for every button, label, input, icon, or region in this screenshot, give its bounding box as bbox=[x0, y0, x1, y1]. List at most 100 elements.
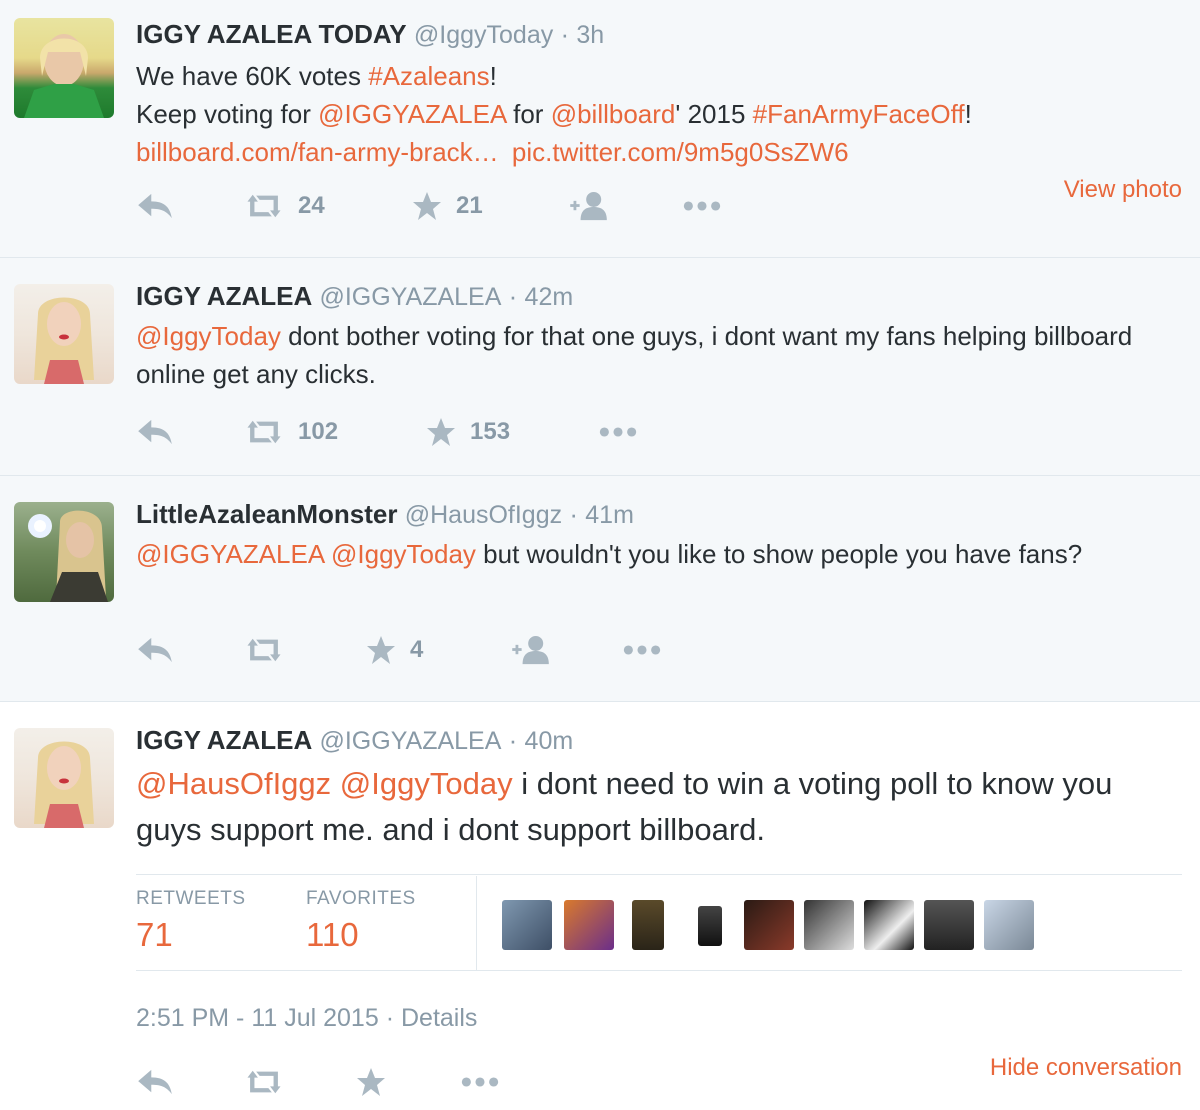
user-handle[interactable]: @IggyToday bbox=[414, 21, 553, 49]
favoriter-avatar[interactable] bbox=[564, 900, 614, 950]
favoriter-avatar[interactable] bbox=[804, 900, 854, 950]
reply-button[interactable] bbox=[136, 632, 174, 668]
tweet-actions: 4 bbox=[136, 632, 696, 668]
text-segment: for bbox=[505, 99, 551, 129]
text-segment: ! bbox=[489, 61, 497, 91]
text-segment: dont bother voting for that one guys, i … bbox=[136, 321, 1133, 389]
separator-dot: · bbox=[385, 1004, 395, 1032]
favoriter-avatar[interactable] bbox=[924, 900, 974, 950]
retweet-icon bbox=[244, 636, 284, 664]
follow-button[interactable] bbox=[568, 188, 610, 224]
more-button[interactable] bbox=[598, 414, 638, 450]
avatar[interactable] bbox=[14, 18, 114, 118]
tweet-text: @IggyToday dont bother voting for that o… bbox=[136, 317, 1182, 393]
timestamp[interactable]: 41m bbox=[585, 501, 634, 529]
more-button[interactable] bbox=[622, 632, 662, 668]
hashtag-link[interactable]: #Azaleans bbox=[368, 61, 489, 91]
tweet[interactable]: IGGY AZALEA TODAY @IggyToday · 3h We hav… bbox=[0, 0, 1200, 258]
retweets-stat[interactable]: RETWEETS 71 bbox=[136, 888, 246, 954]
favorite-button[interactable]: 153 bbox=[426, 414, 510, 450]
text-segment: but wouldn't you like to show people you… bbox=[475, 539, 1083, 569]
tweet-expanded[interactable]: IGGY AZALEA @IGGYAZALEA · 40m @HausOfIgg… bbox=[0, 702, 1200, 1110]
more-button[interactable] bbox=[460, 1064, 500, 1100]
retweet-icon bbox=[244, 192, 284, 220]
avatar-image bbox=[28, 510, 108, 602]
divider bbox=[136, 874, 1182, 875]
tweet-text: We have 60K votes #Azaleans! Keep voting… bbox=[136, 57, 1182, 171]
timestamp[interactable]: 40m bbox=[525, 727, 574, 755]
url-link[interactable]: billboard.com/fan-army-brack… bbox=[136, 137, 499, 167]
timestamp[interactable]: 42m bbox=[525, 283, 574, 311]
favoriter-avatar[interactable] bbox=[984, 900, 1034, 950]
timestamp[interactable]: 3h bbox=[576, 21, 604, 49]
tweet[interactable]: IGGY AZALEA @IGGYAZALEA · 42m @IggyToday… bbox=[0, 258, 1200, 476]
reply-button[interactable] bbox=[136, 1064, 174, 1100]
favorites-stat[interactable]: FAVORITES 110 bbox=[306, 888, 416, 954]
favoriter-avatar[interactable] bbox=[744, 900, 794, 950]
retweets-label: RETWEETS bbox=[136, 888, 246, 909]
favorite-button[interactable]: 21 bbox=[412, 188, 483, 224]
user-handle[interactable]: @IGGYAZALEA bbox=[319, 283, 501, 311]
reply-icon bbox=[136, 418, 174, 446]
tweet-actions: 102 153 bbox=[136, 414, 696, 450]
display-name[interactable]: IGGY AZALEA bbox=[136, 281, 312, 311]
mention-link[interactable]: @HausOfIggz bbox=[136, 766, 331, 801]
retweet-button[interactable]: 102 bbox=[244, 414, 338, 450]
retweets-count: 71 bbox=[136, 916, 173, 953]
tweet-actions: 24 21 bbox=[136, 188, 836, 224]
hashtag-link[interactable]: #FanArmyFaceOff bbox=[753, 99, 965, 129]
favorite-count: 4 bbox=[410, 636, 424, 663]
hide-conversation-link[interactable]: Hide conversation bbox=[990, 1054, 1182, 1082]
tweet-header: IGGY AZALEA @IGGYAZALEA · 40m bbox=[136, 724, 1182, 757]
text-segment: We have 60K votes bbox=[136, 61, 369, 91]
reply-button[interactable] bbox=[136, 188, 174, 224]
favoriter-avatar[interactable] bbox=[632, 900, 664, 950]
avatar[interactable] bbox=[14, 284, 114, 384]
details-link[interactable]: Details bbox=[401, 1004, 477, 1032]
avatar-image bbox=[24, 34, 104, 118]
divider bbox=[136, 970, 1182, 971]
retweet-button[interactable] bbox=[244, 1064, 284, 1100]
display-name[interactable]: IGGY AZALEA bbox=[136, 725, 312, 755]
retweet-button[interactable]: 24 bbox=[244, 188, 325, 224]
avatar-image bbox=[34, 297, 94, 384]
favorites-count: 110 bbox=[306, 916, 359, 953]
tweet-header: IGGY AZALEA TODAY @IggyToday · 3h bbox=[136, 18, 1182, 51]
avatar[interactable] bbox=[14, 502, 114, 602]
favoriter-avatar[interactable] bbox=[698, 906, 722, 946]
more-button[interactable] bbox=[682, 188, 722, 224]
user-handle[interactable]: @IGGYAZALEA bbox=[319, 727, 501, 755]
mention-link[interactable]: @IggyToday bbox=[331, 539, 476, 569]
retweet-button[interactable] bbox=[244, 632, 284, 668]
text-segment: ! bbox=[964, 99, 972, 129]
display-name[interactable]: LittleAzaleanMonster bbox=[136, 499, 398, 529]
tweet-header: IGGY AZALEA @IGGYAZALEA · 42m bbox=[136, 280, 1182, 313]
tweet[interactable]: LittleAzaleanMonster @HausOfIggz · 41m @… bbox=[0, 476, 1200, 702]
mention-link[interactable]: @IGGYAZALEA bbox=[318, 99, 506, 129]
favorite-button[interactable] bbox=[356, 1064, 386, 1100]
mention-link[interactable]: @IGGYAZALEA bbox=[136, 539, 324, 569]
more-icon bbox=[622, 644, 662, 656]
user-handle[interactable]: @HausOfIggz bbox=[405, 501, 562, 529]
datetime-text[interactable]: 2:51 PM - 11 Jul 2015 bbox=[136, 1004, 379, 1032]
favoriters-list bbox=[502, 900, 1042, 952]
view-photo-link[interactable]: View photo bbox=[1064, 176, 1182, 204]
reply-icon bbox=[136, 636, 174, 664]
favorites-label: FAVORITES bbox=[306, 888, 416, 909]
favoriter-avatar[interactable] bbox=[864, 900, 914, 950]
favorite-count: 153 bbox=[470, 418, 511, 445]
mention-link[interactable]: @IggyToday bbox=[340, 766, 513, 801]
separator-dot: · bbox=[560, 19, 570, 49]
mention-link[interactable]: @IggyToday bbox=[136, 321, 281, 351]
reply-button[interactable] bbox=[136, 414, 174, 450]
text-segment: Keep voting for bbox=[136, 99, 319, 129]
pic-link[interactable]: pic.twitter.com/9m5g0SsZW6 bbox=[512, 137, 849, 167]
retweet-count: 102 bbox=[298, 418, 339, 445]
tweet-datetime: 2:51 PM - 11 Jul 2015 · Details bbox=[136, 1004, 477, 1033]
avatar[interactable] bbox=[14, 728, 114, 828]
follow-button[interactable] bbox=[510, 632, 552, 668]
favoriter-avatar[interactable] bbox=[502, 900, 552, 950]
mention-link[interactable]: @billboard bbox=[551, 99, 676, 129]
display-name[interactable]: IGGY AZALEA TODAY bbox=[136, 19, 407, 49]
favorite-button[interactable]: 4 bbox=[366, 632, 423, 668]
